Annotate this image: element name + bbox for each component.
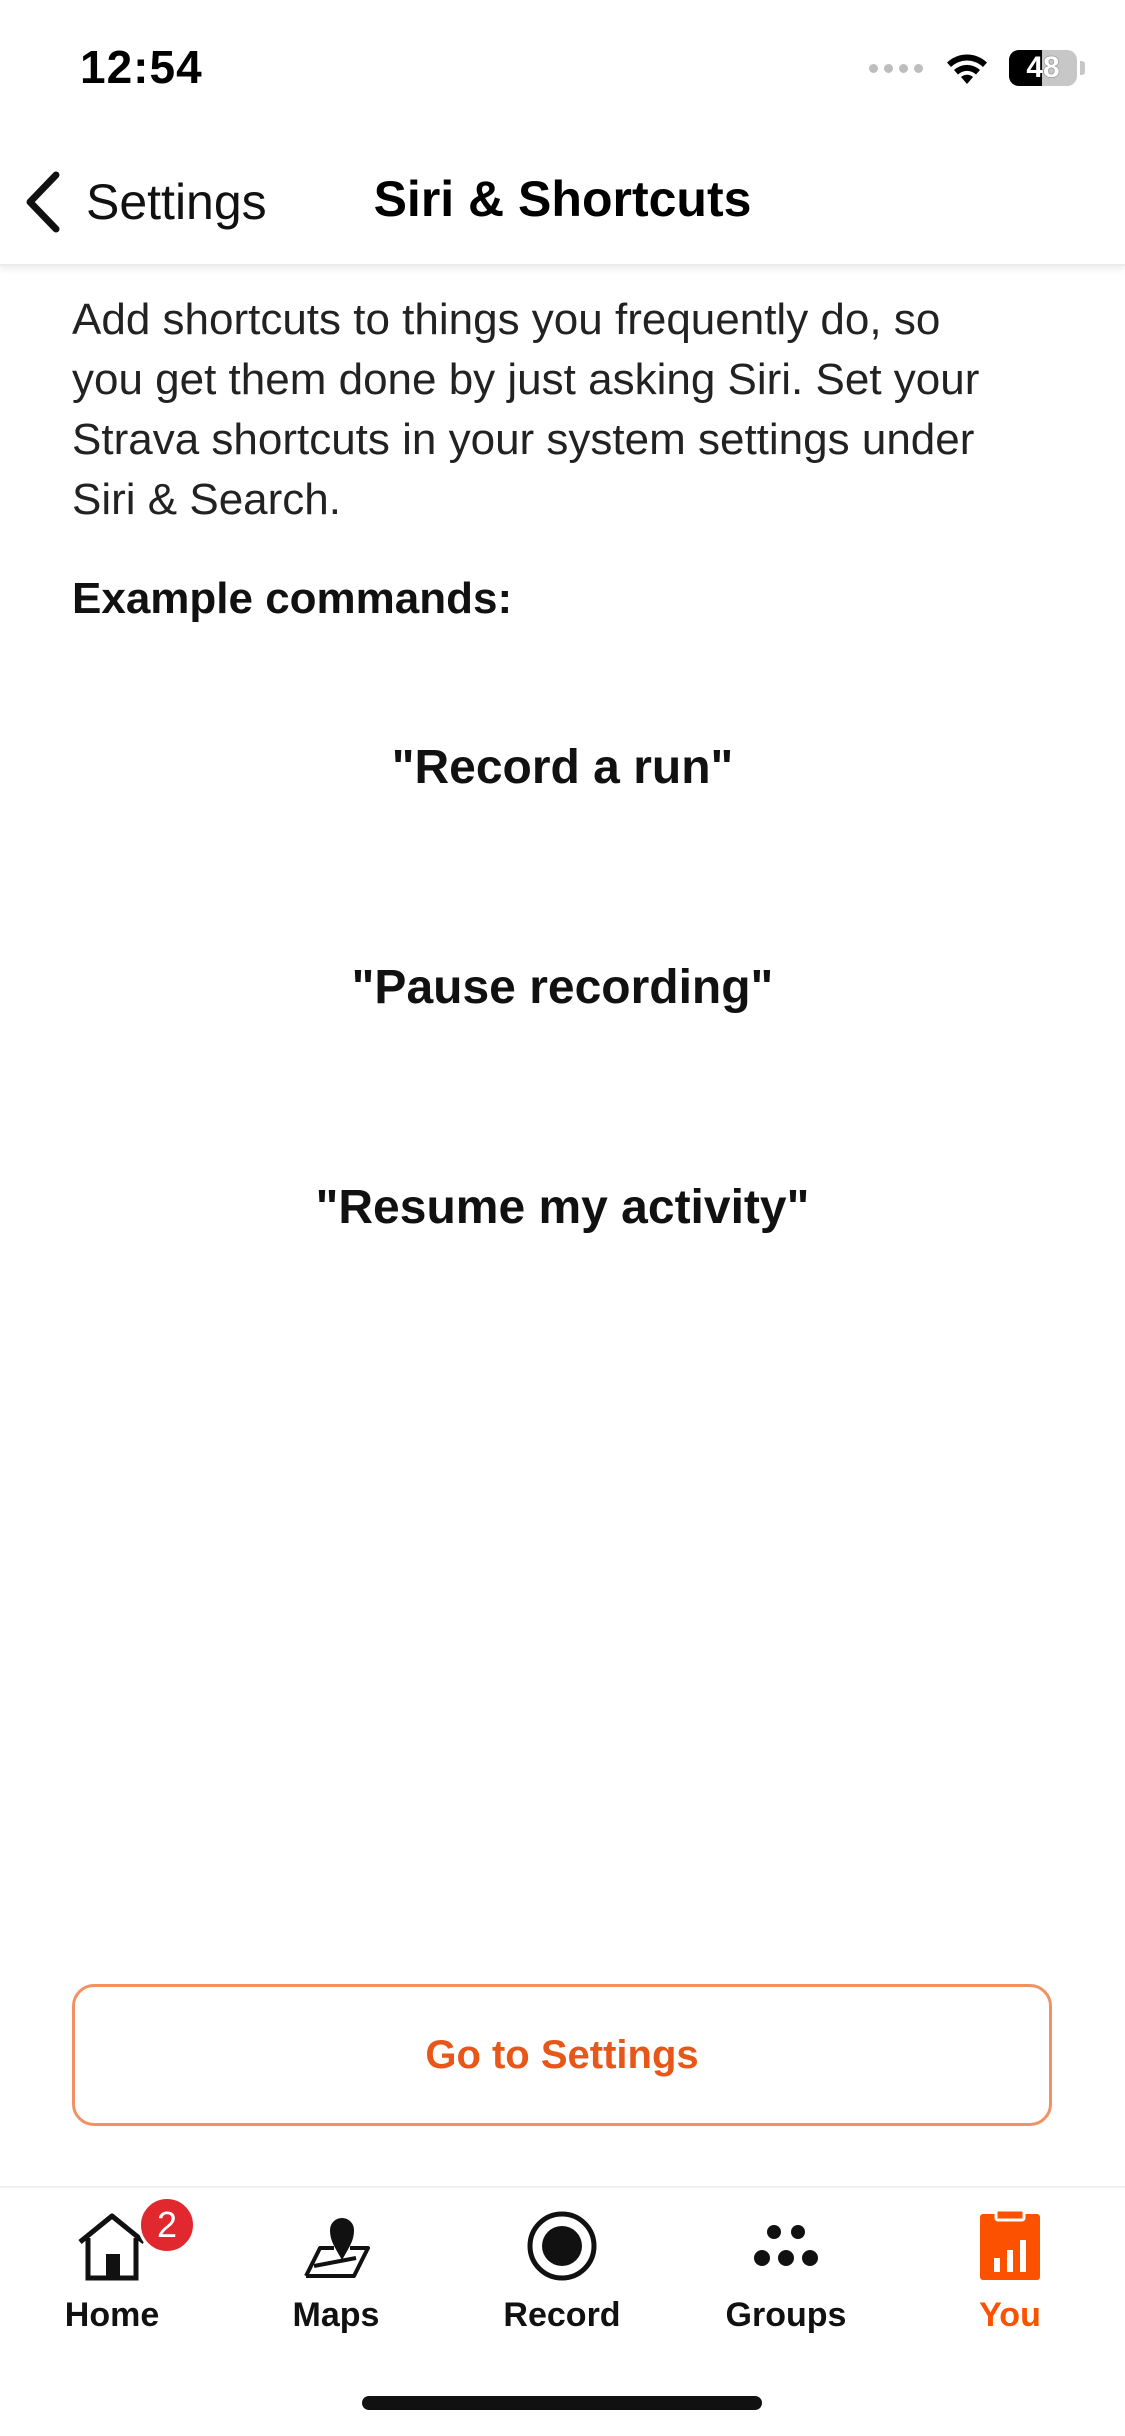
status-time: 12:54 xyxy=(80,41,203,93)
you-icon xyxy=(972,2208,1048,2284)
tab-you-label: You xyxy=(979,2296,1041,2334)
page-title: Siri & Shortcuts xyxy=(373,171,752,227)
status-indicators: 48 xyxy=(869,46,1085,90)
status-bar: 12:54 48 xyxy=(0,0,1125,140)
groups-icon xyxy=(748,2208,824,2284)
home-indicator xyxy=(362,2396,762,2410)
maps-icon xyxy=(298,2208,374,2284)
tab-groups[interactable]: Groups xyxy=(686,2208,886,2348)
tab-maps-label: Maps xyxy=(292,2296,380,2334)
tab-home-label: Home xyxy=(64,2296,160,2334)
tab-record-label: Record xyxy=(503,2296,621,2334)
go-to-settings-button[interactable]: Go to Settings xyxy=(72,1984,1052,2126)
battery-level: 48 xyxy=(1026,51,1060,84)
record-icon xyxy=(524,2208,600,2284)
example-commands-heading: Example commands: xyxy=(72,574,513,623)
tab-record[interactable]: Record xyxy=(462,2208,662,2348)
description-text: Add shortcuts to things you frequently d… xyxy=(72,295,980,524)
wifi-icon xyxy=(947,54,987,84)
battery-icon: 48 xyxy=(1009,50,1077,86)
command-record-run: "Record a run" xyxy=(391,741,734,794)
command-resume-activity: "Resume my activity" xyxy=(315,1181,810,1234)
command-pause-recording: "Pause recording" xyxy=(351,961,774,1014)
tab-maps[interactable]: Maps xyxy=(236,2208,436,2348)
main-content: Add shortcuts to things you frequently d… xyxy=(72,290,1012,624)
navigation-bar: Settings Siri & Shortcuts xyxy=(0,140,1125,266)
battery-cap xyxy=(1080,61,1085,75)
tab-you[interactable]: You xyxy=(910,2208,1110,2348)
notification-badge: 2 xyxy=(138,2196,196,2254)
cellular-signal-icon xyxy=(869,63,923,73)
tab-home[interactable]: 2 Home xyxy=(12,2196,212,2348)
home-icon: 2 xyxy=(74,2196,196,2284)
tab-groups-label: Groups xyxy=(725,2296,847,2334)
